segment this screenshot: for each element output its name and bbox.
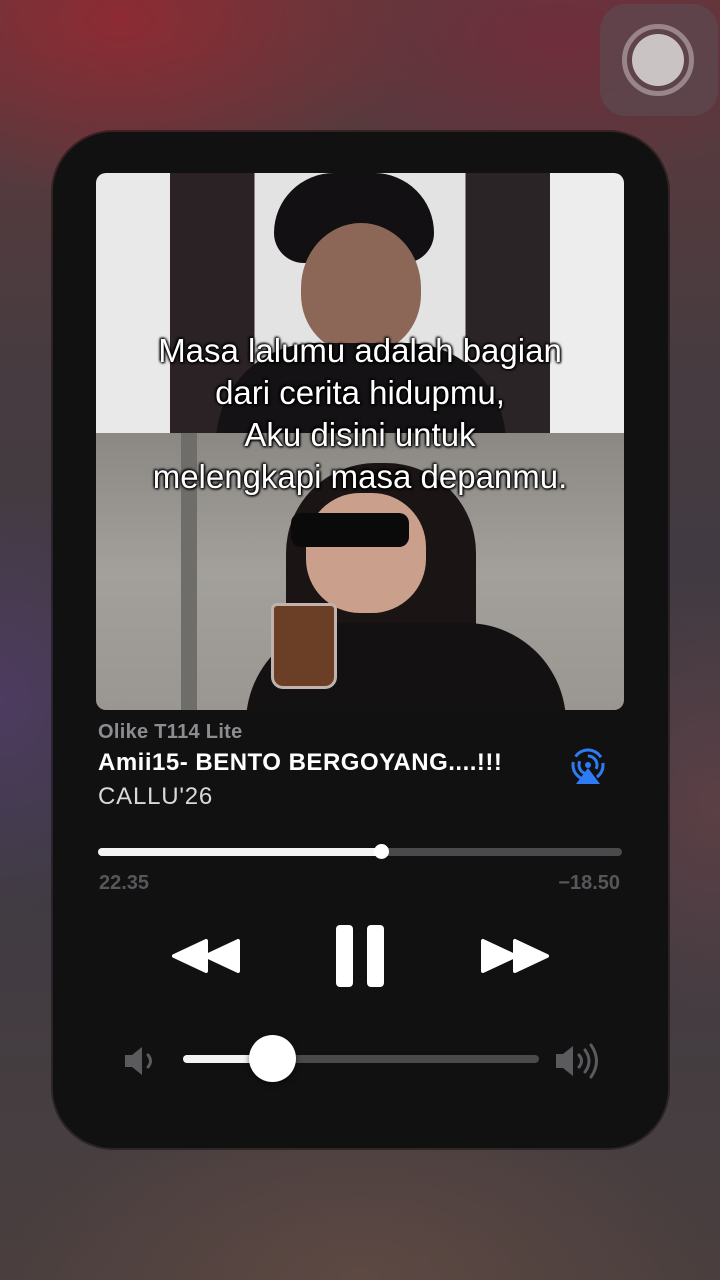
track-title: Amii15- BENTO BERGOYANG....!!! <box>98 749 503 776</box>
volume-slider[interactable] <box>183 1035 539 1082</box>
rewind-icon[interactable] <box>170 935 242 977</box>
remaining-time: −18.50 <box>558 872 620 894</box>
elapsed-time: 22.35 <box>99 872 150 894</box>
lyrics-overlay: Masa lalumu adalah bagian dari cerita hi… <box>96 330 624 498</box>
output-device-label: Olike T114 Lite <box>98 721 243 743</box>
playback-scrubber[interactable] <box>98 844 622 859</box>
record-dot <box>632 34 684 86</box>
airplay-audio-icon[interactable] <box>567 748 609 786</box>
track-artist: CALLU'26 <box>98 783 214 810</box>
screen-record-button[interactable] <box>600 4 718 116</box>
lyrics-line: Aku disini untuk <box>244 416 476 453</box>
playback-progress-fill <box>98 848 381 856</box>
lyrics-line: Masa lalumu adalah bagian <box>158 332 562 369</box>
playback-scrubber-knob[interactable] <box>373 844 389 859</box>
fast-forward-icon[interactable] <box>479 935 551 977</box>
speaker-high-icon <box>556 1043 598 1079</box>
lyrics-line: melengkapi masa depanmu. <box>152 458 568 495</box>
pause-icon[interactable] <box>332 923 388 989</box>
speaker-low-icon <box>125 1047 152 1075</box>
lyrics-line: dari cerita hidupmu, <box>215 374 505 411</box>
volume-slider-knob[interactable] <box>249 1035 296 1082</box>
